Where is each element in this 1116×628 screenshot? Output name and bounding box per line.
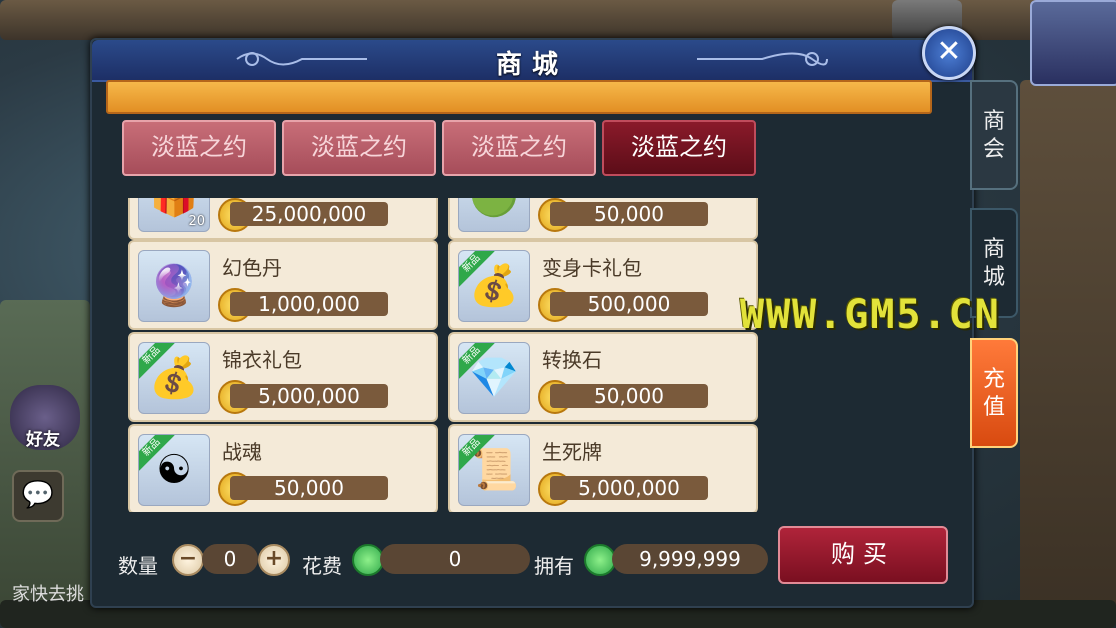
watermark-text: WWW.GM5.CN xyxy=(740,292,1001,338)
item-card[interactable]: 📜 新品 生死牌 $ 5,000,000 xyxy=(448,424,758,512)
friends-button[interactable]: 好友 xyxy=(10,385,80,450)
tab-3[interactable]: 淡蓝之约 xyxy=(442,120,596,176)
item-name: 变身卡礼包 xyxy=(542,256,642,280)
quantity-field[interactable]: 0 xyxy=(202,544,258,574)
buy-button[interactable]: 购买 xyxy=(778,526,948,584)
chat-icon[interactable]: 💬 xyxy=(12,470,64,522)
player-avatar[interactable] xyxy=(1030,0,1116,86)
item-card[interactable]: 💰 新品 变身卡礼包 $ 500,000 xyxy=(448,240,758,330)
item-price: 5,000,000 xyxy=(550,476,708,500)
chat-message-snippet: 家快去挑 xyxy=(12,584,84,605)
blue-gem-icon: 💎 新品 xyxy=(458,342,530,414)
item-grid[interactable]: 🎁 20 $ 25,000,000 🟢 $ 50,000 🔮 幻色丹 $ 1,0… xyxy=(128,198,758,512)
tab-recharge[interactable]: 充值 xyxy=(970,338,1018,448)
purchase-bar: 数量 − 0 + 花费 0 拥有 9,999,999 购买 xyxy=(118,526,948,594)
item-card[interactable]: 🎁 20 $ 25,000,000 xyxy=(128,198,438,240)
item-price: 50,000 xyxy=(230,476,388,500)
item-price: 500,000 xyxy=(550,292,708,316)
gold-banner xyxy=(106,80,932,114)
war-soul-icon: ☯ 新品 xyxy=(138,434,210,506)
item-card[interactable]: 💎 新品 转换石 $ 50,000 xyxy=(448,332,758,422)
tab-4[interactable]: 淡蓝之约 xyxy=(602,120,756,176)
gift-sack-icon: 💰 新品 xyxy=(138,342,210,414)
owned-label: 拥有 xyxy=(534,554,574,578)
item-price: 5,000,000 xyxy=(230,384,388,408)
item-card[interactable]: ☯ 新品 战魂 $ 50,000 xyxy=(128,424,438,512)
item-card[interactable]: 🔮 幻色丹 $ 1,000,000 xyxy=(128,240,438,330)
decrease-quantity-button[interactable]: − xyxy=(172,544,204,576)
item-card[interactable]: 🟢 $ 50,000 xyxy=(448,198,758,240)
item-price: 50,000 xyxy=(550,202,708,226)
friends-label: 好友 xyxy=(26,430,60,450)
increase-quantity-button[interactable]: + xyxy=(258,544,290,576)
item-name: 锦衣礼包 xyxy=(222,348,302,372)
title-ornament-right-icon xyxy=(697,52,828,66)
background-right xyxy=(1020,80,1116,628)
owned-value: 9,999,999 xyxy=(612,544,768,574)
item-price: 50,000 xyxy=(550,384,708,408)
item-name: 幻色丹 xyxy=(222,256,282,280)
tab-chamber[interactable]: 商会 xyxy=(970,80,1018,190)
item-name: 战魂 xyxy=(222,440,262,464)
page-title: 商城 xyxy=(495,50,568,80)
title-bar: 商城 ✕ xyxy=(92,26,976,82)
item-name: 转换石 xyxy=(542,348,602,372)
orb-icon: 🟢 xyxy=(458,198,530,232)
tab-2[interactable]: 淡蓝之约 xyxy=(282,120,436,176)
scroll-icon: 📜 新品 xyxy=(458,434,530,506)
close-button[interactable]: ✕ xyxy=(922,26,976,80)
cost-value: 0 xyxy=(380,544,530,574)
background-left xyxy=(0,300,90,628)
item-name: 生死牌 xyxy=(542,440,602,464)
item-price: 25,000,000 xyxy=(230,202,388,226)
cost-label: 花费 xyxy=(302,554,342,578)
gift-sack-icon: 💰 新品 xyxy=(458,250,530,322)
bundle-icon: 🎁 20 xyxy=(138,198,210,232)
tab-1[interactable]: 淡蓝之约 xyxy=(122,120,276,176)
item-quantity: 20 xyxy=(188,214,205,229)
item-card[interactable]: 💰 新品 锦衣礼包 $ 5,000,000 xyxy=(128,332,438,422)
magenta-pearl-icon: 🔮 xyxy=(138,250,210,322)
quantity-label: 数量 xyxy=(118,554,158,578)
item-price: 1,000,000 xyxy=(230,292,388,316)
